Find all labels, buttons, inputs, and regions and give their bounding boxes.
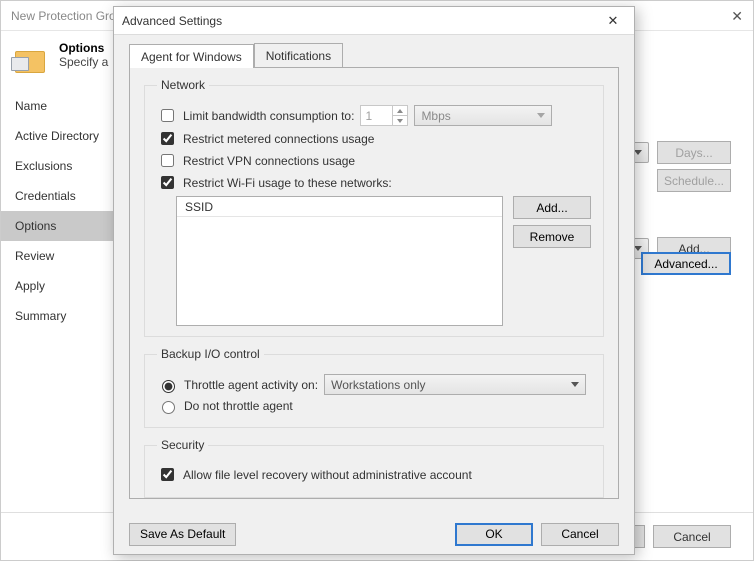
tabstrip: Agent for Windows Notifications — [114, 41, 634, 67]
no-throttle-label: Do not throttle agent — [184, 399, 293, 413]
folder-server-icon — [15, 41, 49, 75]
allow-flr-label: Allow file level recovery without admini… — [183, 468, 472, 482]
restrict-metered-label: Restrict metered connections usage — [183, 132, 374, 146]
cancel-button[interactable]: Cancel — [653, 525, 731, 548]
limit-bandwidth-checkbox[interactable] — [161, 109, 174, 122]
restrict-metered-checkbox[interactable] — [161, 132, 174, 145]
tab-panel: Network Limit bandwidth consumption to: … — [129, 67, 619, 499]
ssid-column-header[interactable]: SSID — [177, 197, 502, 217]
chevron-down-icon — [571, 382, 579, 387]
dialog-footer: Save As Default OK Cancel — [114, 514, 634, 554]
cancel-button[interactable]: Cancel — [541, 523, 619, 546]
throttle-target-value: Workstations only — [331, 378, 425, 392]
throttle-target-combo[interactable]: Workstations only — [324, 374, 586, 395]
ssid-remove-button[interactable]: Remove — [513, 225, 591, 248]
bandwidth-unit-combo[interactable]: Mbps — [414, 105, 552, 126]
wizard-step-sub: Specify a — [59, 55, 108, 69]
limit-bandwidth-value[interactable]: 1 — [360, 105, 408, 126]
wizard-title: New Protection Group — [11, 1, 129, 31]
restrict-vpn-label: Restrict VPN connections usage — [183, 154, 355, 168]
wizard-step-title: Options — [59, 41, 108, 55]
spin-up-icon[interactable] — [392, 106, 407, 116]
throttle-on-radio[interactable] — [162, 380, 175, 393]
group-network-legend: Network — [157, 78, 209, 92]
limit-bandwidth-label: Limit bandwidth consumption to: — [183, 109, 354, 123]
spin-buttons[interactable] — [392, 106, 407, 125]
group-security: Security Allow file level recovery witho… — [144, 438, 604, 498]
restrict-vpn-checkbox[interactable] — [161, 154, 174, 167]
ssid-add-button[interactable]: Add... — [513, 196, 591, 219]
throttle-on-label: Throttle agent activity on: — [184, 378, 318, 392]
spin-down-icon[interactable] — [392, 116, 407, 125]
restrict-wifi-checkbox[interactable] — [161, 176, 174, 189]
ok-button[interactable]: OK — [455, 523, 533, 546]
advanced-button[interactable]: Advanced... — [641, 252, 731, 275]
days-button[interactable]: Days... — [657, 141, 731, 164]
allow-flr-checkbox[interactable] — [161, 468, 174, 481]
group-security-legend: Security — [157, 438, 208, 452]
advanced-settings-dialog: Advanced Settings ✕ Agent for Windows No… — [113, 6, 635, 555]
dialog-title: Advanced Settings — [122, 14, 222, 28]
close-icon[interactable]: ✕ — [600, 11, 626, 31]
no-throttle-radio[interactable] — [162, 401, 175, 414]
close-icon[interactable]: ✕ — [731, 1, 743, 31]
save-as-default-button[interactable]: Save As Default — [129, 523, 236, 546]
chevron-down-icon — [537, 113, 545, 118]
tab-agent-for-windows[interactable]: Agent for Windows — [129, 44, 254, 68]
ssid-list[interactable]: SSID — [176, 196, 503, 326]
group-backup-io: Backup I/O control Throttle agent activi… — [144, 347, 604, 428]
dialog-titlebar[interactable]: Advanced Settings ✕ — [114, 7, 634, 35]
tab-notifications[interactable]: Notifications — [254, 43, 343, 67]
group-backup-io-legend: Backup I/O control — [157, 347, 264, 361]
restrict-wifi-label: Restrict Wi-Fi usage to these networks: — [183, 176, 392, 190]
limit-bandwidth-number: 1 — [365, 109, 372, 123]
bandwidth-unit-value: Mbps — [421, 109, 450, 123]
schedule-button[interactable]: Schedule... — [657, 169, 731, 192]
group-network: Network Limit bandwidth consumption to: … — [144, 78, 604, 337]
